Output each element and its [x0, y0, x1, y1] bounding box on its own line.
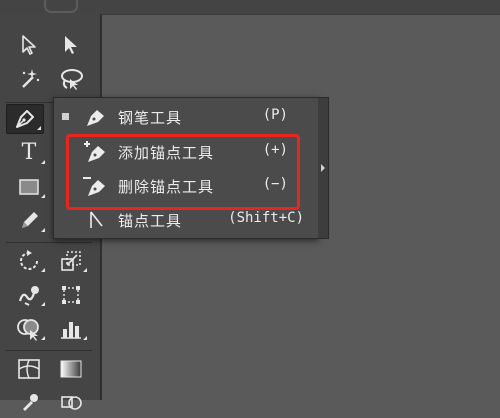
rotate-tool[interactable] [10, 246, 48, 276]
pen-tool-flyout-menu: 钢笔工具 (P) 添加锚点工具 (+) 删除锚点工具 (−) 锚点工具 (Shi… [53, 97, 319, 239]
eyedropper-tool[interactable] [10, 388, 48, 418]
arrow-outline-icon [22, 35, 36, 55]
warp-tool[interactable] [10, 280, 48, 310]
partial-logo-icon [44, 0, 78, 13]
shape-builder-icon [17, 319, 39, 341]
menu-item-label: 删除锚点工具 [118, 178, 215, 196]
top-bar [0, 0, 500, 15]
eyedropper-icon [23, 394, 38, 411]
menu-item-shortcut: (−) [262, 176, 288, 192]
blend-icon [61, 396, 82, 410]
type-tool[interactable]: T [10, 138, 48, 168]
shape-builder-tool[interactable] [10, 314, 48, 344]
menu-item-shortcut: (P) [262, 107, 288, 123]
pencil-tool[interactable] [10, 206, 48, 236]
pen-icon [16, 110, 34, 128]
arrow-solid-icon [65, 36, 77, 54]
type-icon: T [21, 140, 37, 165]
rotate-icon [20, 250, 38, 270]
scale-tool[interactable] [52, 246, 90, 276]
pencil-icon [22, 212, 38, 228]
pen-icon [82, 104, 110, 130]
tearoff-button[interactable] [318, 97, 329, 239]
magic-wand-tool[interactable] [10, 64, 48, 94]
anchor-point-icon [82, 207, 110, 233]
lasso-icon [61, 69, 83, 90]
delete-anchor-point-icon [82, 173, 110, 199]
menu-item-add-anchor-point-tool[interactable]: 添加锚点工具 (+) [54, 136, 318, 168]
blend-tool[interactable] [52, 388, 90, 418]
menu-item-label: 锚点工具 [118, 212, 183, 230]
direct-selection-tool[interactable] [52, 30, 90, 60]
menu-item-pen-tool[interactable]: 钢笔工具 (P) [54, 101, 318, 133]
menu-item-shortcut: (Shift+C) [228, 210, 304, 226]
gradient-tool[interactable] [52, 354, 90, 384]
magic-wand-icon [22, 69, 40, 88]
menu-item-shortcut: (+) [262, 142, 288, 158]
chevron-right-icon [321, 164, 325, 172]
menu-item-label: 钢笔工具 [118, 109, 183, 127]
mesh-icon [18, 359, 40, 379]
menu-item-anchor-point-tool[interactable]: 锚点工具 (Shift+C) [54, 204, 318, 236]
rectangle-tool[interactable] [10, 172, 48, 202]
mesh-tool[interactable] [10, 354, 48, 384]
free-transform-tool[interactable] [52, 280, 90, 310]
rectangle-icon [19, 179, 39, 195]
selected-indicator [62, 113, 69, 120]
selection-tool[interactable] [10, 30, 48, 60]
warp-icon [18, 286, 39, 306]
menu-item-label: 添加锚点工具 [118, 144, 215, 162]
pen-tool[interactable] [6, 104, 44, 134]
gradient-icon [60, 360, 82, 378]
menu-item-delete-anchor-point-tool[interactable]: 删除锚点工具 (−) [54, 170, 318, 202]
free-transform-icon [62, 286, 80, 304]
scale-icon [61, 251, 81, 271]
graph-icon [61, 322, 81, 339]
lasso-tool[interactable] [52, 64, 90, 94]
graph-tool[interactable] [52, 314, 90, 344]
add-anchor-point-icon [82, 139, 110, 165]
